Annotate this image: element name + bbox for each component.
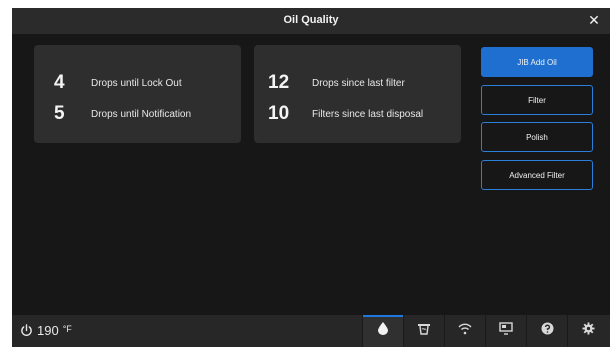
nav-screen[interactable] bbox=[485, 315, 526, 347]
oil-quality-screen: Oil Quality ✕ 4 Drops until Lock Out 5 D… bbox=[12, 8, 610, 347]
fryer-icon bbox=[417, 322, 431, 341]
nav-settings[interactable] bbox=[567, 315, 608, 347]
stat-value: 4 bbox=[54, 72, 65, 93]
power-icon bbox=[20, 324, 33, 337]
stat-value: 10 bbox=[268, 103, 290, 124]
nav-oil-quality[interactable] bbox=[362, 315, 403, 347]
close-button[interactable]: ✕ bbox=[586, 12, 602, 28]
nav-help[interactable] bbox=[526, 315, 567, 347]
power-temperature[interactable]: 190 °F bbox=[20, 323, 72, 338]
filter-stats-card: 12 Drops since last filter 10 Filters si… bbox=[254, 45, 461, 143]
stat-label: Filters since last disposal bbox=[312, 109, 424, 120]
stat-label: Drops since last filter bbox=[312, 78, 405, 89]
filter-button[interactable]: Filter bbox=[481, 85, 593, 115]
help-icon bbox=[541, 322, 554, 340]
stat-value: 5 bbox=[54, 103, 65, 124]
settings-icon bbox=[581, 322, 595, 340]
jib-add-oil-button[interactable]: JIB Add Oil bbox=[481, 47, 593, 77]
advanced-filter-button[interactable]: Advanced Filter bbox=[481, 160, 593, 190]
temperature-unit: °F bbox=[62, 323, 72, 334]
nav-wifi[interactable] bbox=[444, 315, 485, 347]
screen-icon bbox=[499, 322, 513, 340]
bottom-nav-bar: 190 °F bbox=[12, 315, 610, 347]
polish-button[interactable]: Polish bbox=[481, 122, 593, 152]
oil-drop-icon bbox=[378, 322, 388, 340]
page-title: Oil Quality bbox=[283, 14, 339, 26]
temperature-value: 190 bbox=[37, 323, 59, 338]
nav-fryer[interactable] bbox=[403, 315, 444, 347]
wifi-icon bbox=[458, 322, 472, 340]
lockout-stats-card: 4 Drops until Lock Out 5 Drops until Not… bbox=[34, 45, 241, 143]
stat-label: Drops until Notification bbox=[91, 109, 192, 120]
stat-label: Drops until Lock Out bbox=[91, 78, 182, 89]
close-icon: ✕ bbox=[588, 12, 600, 28]
title-bar: Oil Quality ✕ bbox=[12, 8, 610, 34]
stat-value: 12 bbox=[268, 72, 290, 93]
